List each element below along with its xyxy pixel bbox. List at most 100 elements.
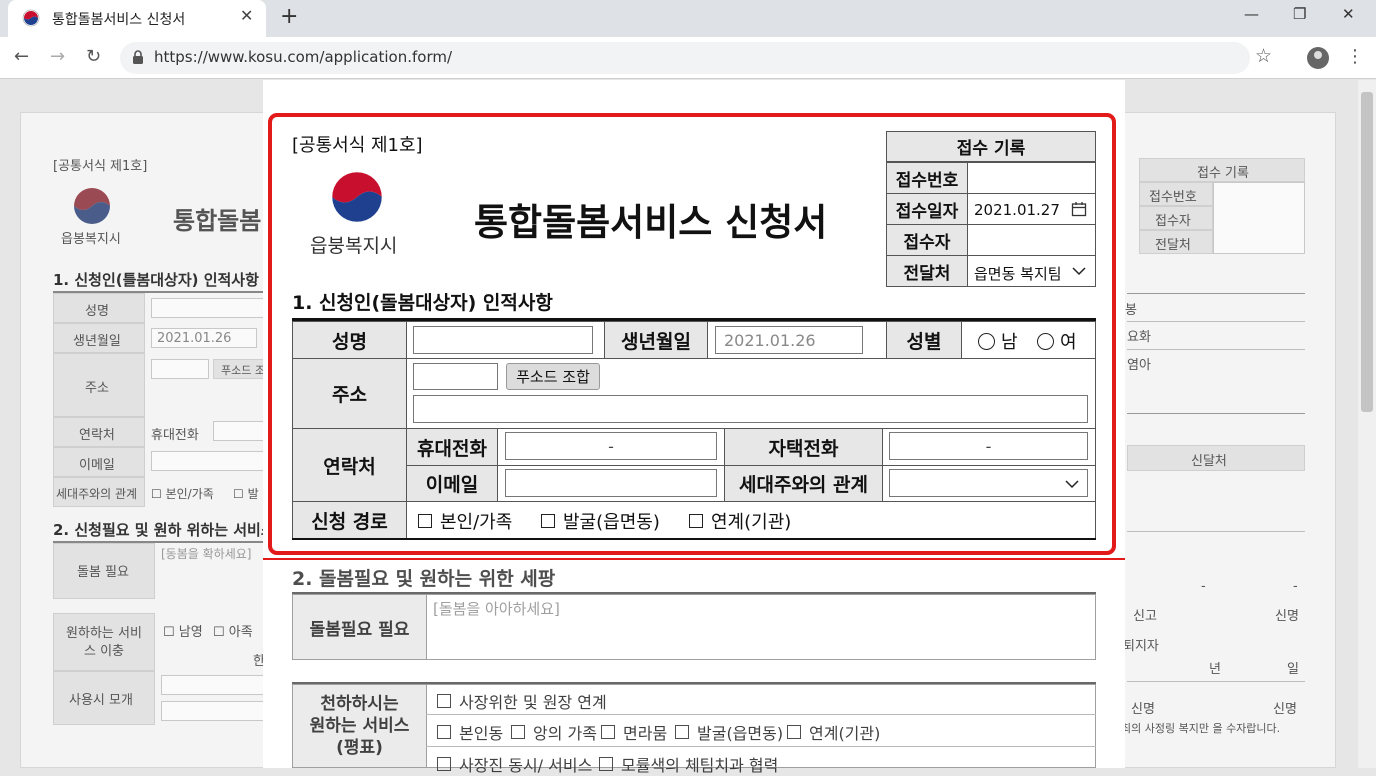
bg-right-text: 신명 [1131, 702, 1155, 717]
bg-rule [1127, 293, 1305, 294]
bookmark-star-icon[interactable]: ☆ [1255, 45, 1272, 67]
bg-right-text: 신고 [1133, 609, 1157, 624]
service-row2-label-2: 앙의 가족 [533, 724, 597, 743]
bg-service-label: 원하하는 서비스 이충 [66, 626, 142, 659]
service-row2-label-1: 본인동 [459, 724, 504, 743]
care-label: 돌봄필요 필요 [309, 619, 410, 640]
bg-field [151, 451, 265, 471]
service-row2-label-3: 면라뭄 [623, 724, 668, 743]
bg-logo-emblem-icon [74, 188, 110, 224]
service-label-line3: (평표) [336, 738, 383, 758]
scrollbar-thumb[interactable] [1361, 92, 1373, 412]
back-button[interactable]: ← [14, 46, 29, 67]
tab-close-icon[interactable]: ✕ [240, 6, 253, 25]
browser-menu-icon[interactable]: ⋮ [1346, 46, 1364, 67]
address-bar[interactable]: https://www.kosu.com/application.form/ ☆ [120, 42, 1272, 74]
bg-right-text: 일 [1287, 662, 1299, 677]
bg-label-contact: 연락처 [79, 428, 115, 443]
care-placeholder: [돌봄을 아아하세요] [433, 600, 560, 618]
bg-field [151, 298, 265, 318]
bg-section2-heading: 2. 신청필요 및 원하 위하는 서비스 [53, 521, 275, 539]
profile-avatar[interactable] [1307, 47, 1329, 69]
bg-rule [1127, 531, 1305, 532]
checkbox-icon [437, 694, 451, 708]
bg-label-birth: 생년월일 [73, 334, 121, 349]
forward-button[interactable]: → [50, 46, 65, 67]
close-window-button[interactable]: ✕ [1342, 5, 1355, 23]
service-opt-2d[interactable]: 발굴(읍면동) [675, 720, 783, 744]
bg-service-opt1: ☐ 남영 [163, 625, 203, 640]
service-row3-label-1: 사장진 동시/ 서비스 [459, 756, 593, 775]
bg-label-address: 주소 [85, 381, 109, 396]
bg-label-name: 성명 [85, 304, 109, 319]
browser-tab[interactable]: 통합돌봄서비스 신청서 ✕ [8, 0, 266, 37]
tab-title: 통합돌봄서비스 신청서 [52, 12, 186, 28]
bg-birth-value: 2021.01.26 [157, 331, 232, 346]
bg-right-text: 퇴지자 [1123, 639, 1159, 654]
bg-field [213, 421, 265, 441]
service-divider [426, 714, 1096, 715]
bg-form-number: [공통서식 제1호] [53, 159, 148, 174]
maximize-button[interactable]: ❐ [1293, 5, 1306, 23]
bg-receipt-title-text: 접수 기록 [1197, 166, 1249, 181]
bg-receipt-field [1213, 182, 1305, 254]
bg-receipt-row2: 접수자 [1155, 214, 1191, 229]
highlight-box [268, 113, 1116, 555]
reload-button[interactable]: ↻ [86, 46, 101, 67]
bg-right-text: 신명 [1275, 609, 1299, 624]
bg-field [151, 359, 209, 379]
bg-relation-opt2: ☐ 발 [233, 487, 259, 501]
page-scrollbar[interactable] [1358, 80, 1376, 768]
bg-right-text: 봉 [1125, 303, 1137, 318]
bg-postcode-button: 푸소드 조 [221, 364, 265, 377]
care-input[interactable]: [돌봄을 아아하세요] [426, 594, 1096, 660]
bg-label-email: 이메일 [79, 458, 115, 473]
checkbox-icon [675, 725, 689, 739]
bg-field [161, 675, 265, 695]
checkbox-icon [787, 725, 801, 739]
browser-toolbar: ← → ↻ https://www.kosu.com/application.f… [0, 37, 1376, 79]
bg-right-text: 요화 [1127, 330, 1151, 345]
bg-field [161, 701, 265, 721]
bg-right-text: 최의 사정링 복지만 을 수자랍니다. [1121, 722, 1281, 735]
service-opt-row1[interactable]: 사장위한 및 원장 연계 [437, 689, 607, 713]
service-opt-2b[interactable]: 앙의 가족 [511, 720, 597, 744]
emblem-favicon-icon [22, 9, 40, 27]
section2-area: 2. 돌봄필요 및 원하는 위한 세팡 돌봄필요 필요 [돌봄을 아아하세요] … [263, 560, 1125, 775]
service-opt-2a[interactable]: 본인동 [437, 720, 503, 744]
service-row1-label: 사장위한 및 원장 연계 [459, 693, 607, 712]
bg-title: 통합돌봄 [173, 207, 262, 235]
bg-receipt-row3: 전달처 [1155, 238, 1191, 253]
minimize-button[interactable]: — [1244, 5, 1259, 23]
bg-rule [1127, 349, 1305, 350]
service-opt-3a[interactable]: 사장진 동시/ 서비스 [437, 752, 592, 776]
bg-care-placeholder: [동봄을 확하세요] [161, 547, 252, 561]
lock-icon [133, 50, 143, 64]
url-text: https://www.kosu.com/application.form/ [154, 48, 453, 66]
service-row2-label-5: 연계(기관) [809, 724, 881, 743]
bg-mobile-label: 휴대전화 [151, 428, 199, 443]
bg-right-text: 신명 [1273, 702, 1297, 717]
bg-right-text: - [1293, 579, 1298, 594]
checkbox-icon [437, 725, 451, 739]
bg-rule [1127, 681, 1305, 682]
bg-section1-heading: 1. 신청인(틀봄대상자) 인적사항 [53, 271, 259, 289]
service-opt-2e[interactable]: 연계(기관) [787, 720, 880, 744]
new-tab-button[interactable]: + [280, 4, 298, 29]
service-opt-3b[interactable]: 모률색의 체팀치과 협력 [599, 752, 778, 776]
service-row2-label-4: 발굴(읍면동) [697, 724, 784, 743]
bg-relation-opt1: ☐ 본인/가족 [151, 487, 214, 501]
service-label-cell: 천하하시는 원하는 서비스 (평표) [292, 684, 427, 768]
service-label-line1: 천하하시는 [320, 694, 399, 714]
care-label-cell: 돌봄필요 필요 [292, 594, 427, 660]
bg-service-opt2: ☐ 아족 [213, 625, 253, 640]
bg-rule [1127, 321, 1305, 322]
tab-bar: 통합돌봄서비스 신청서 ✕ + — ❐ ✕ [0, 0, 1376, 37]
checkbox-icon [599, 757, 613, 771]
checkbox-icon [601, 725, 615, 739]
bg-care-label: 돌봄 필요 [77, 565, 129, 580]
checkbox-icon [437, 757, 451, 771]
bg-receipt-row1: 접수번호 [1149, 190, 1197, 205]
service-opt-2c[interactable]: 면라뭄 [601, 720, 667, 744]
bg-right-text: - [1201, 579, 1206, 594]
